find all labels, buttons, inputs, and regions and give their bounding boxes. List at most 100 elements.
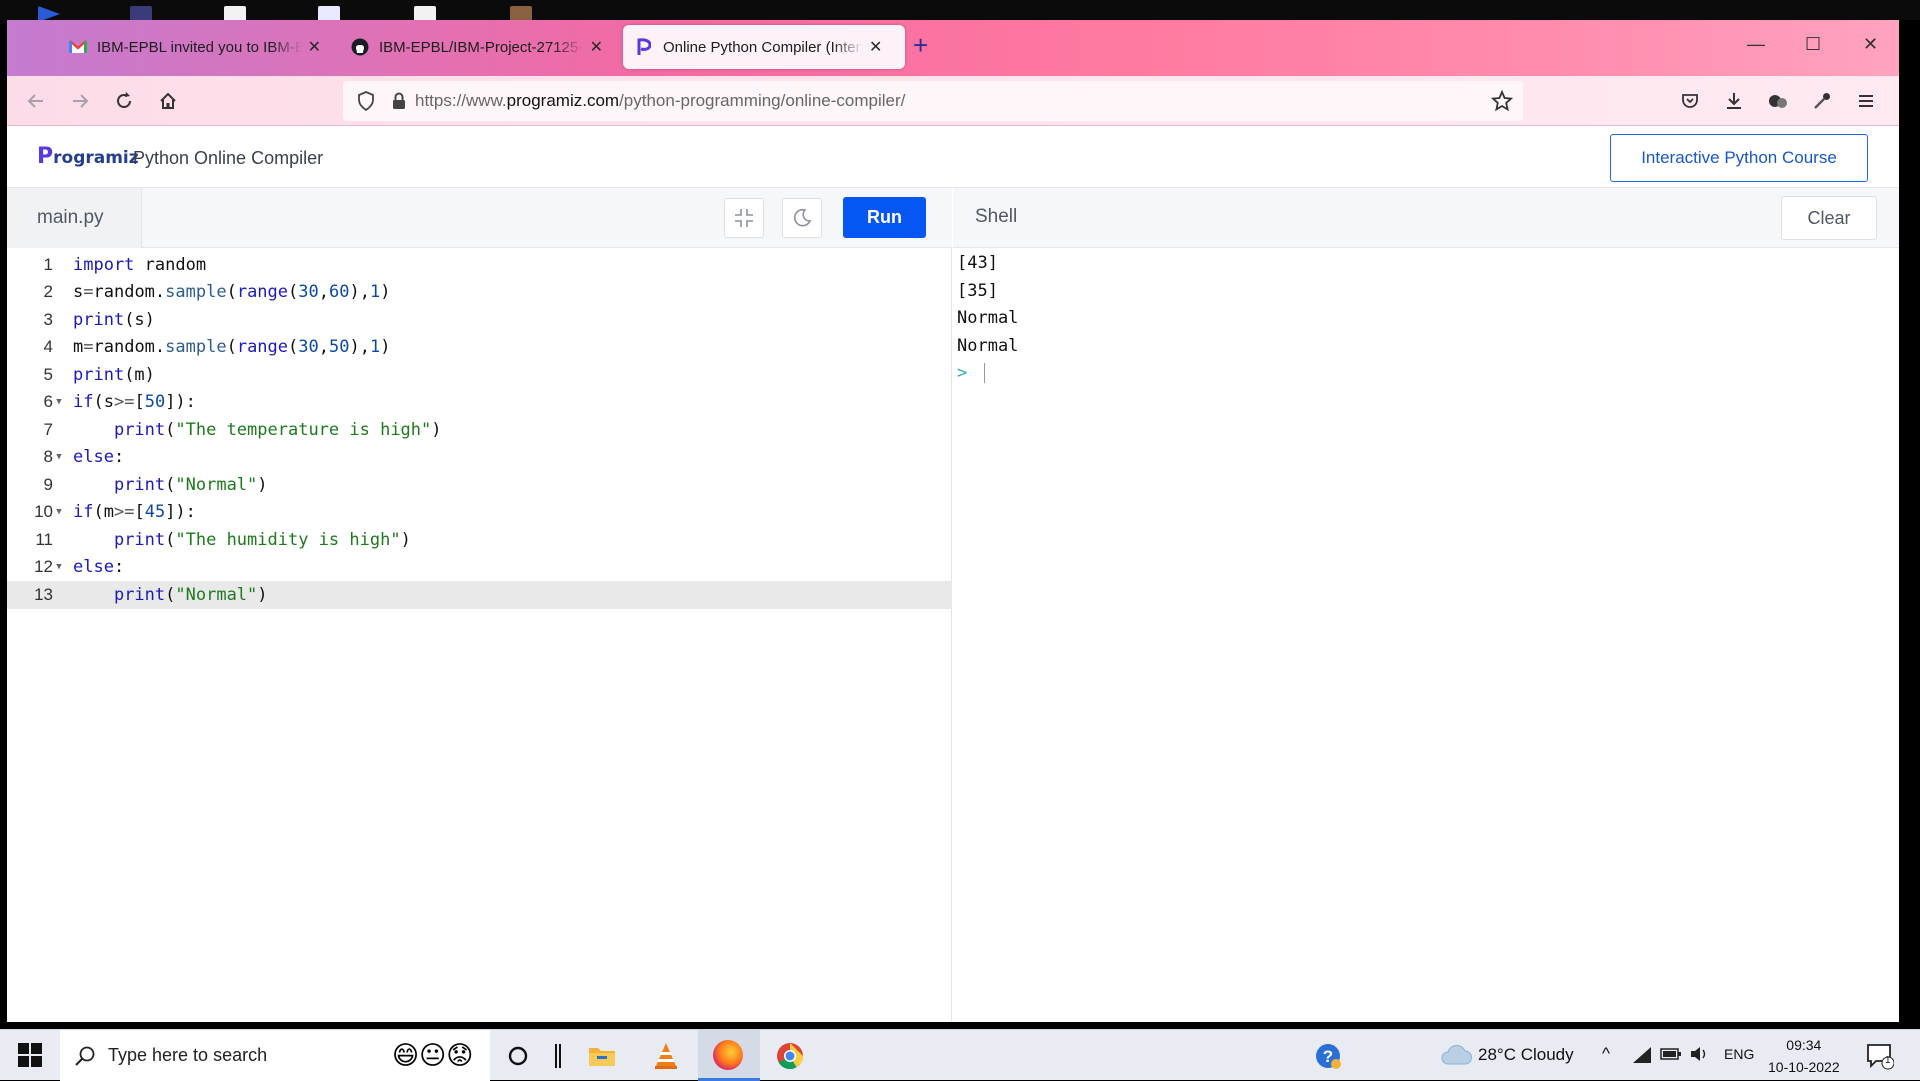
bookmark-star-icon[interactable] <box>1491 90 1513 112</box>
wifi-icon[interactable] <box>1632 1046 1652 1069</box>
shell-prompt[interactable]: > <box>957 360 1018 388</box>
back-icon[interactable] <box>23 88 49 114</box>
minimize-icon[interactable]: — <box>1747 34 1765 55</box>
weather-text[interactable]: 28°C Cloudy <box>1478 1045 1574 1065</box>
shell-pane: Shell Clear [43] [35] Normal Normal > <box>953 188 1899 1022</box>
fold-arrow-icon[interactable]: ▼ <box>53 452 65 462</box>
desktop-icons-strip <box>0 0 1920 22</box>
downloads-icon[interactable] <box>1721 88 1747 114</box>
line-number: 12 <box>34 557 53 577</box>
close-window-icon[interactable]: ✕ <box>1863 34 1878 55</box>
cortana-icon[interactable] <box>502 1040 534 1072</box>
lock-icon[interactable] <box>391 91 407 111</box>
dark-mode-button[interactable] <box>782 198 822 238</box>
url-text[interactable]: https://www.programiz.com/python-program… <box>415 91 905 111</box>
windows-taskbar: Type here to search 😄😐😟 ? 28°C Cloudy ^ <box>0 1029 1920 1081</box>
code-line[interactable]: 6 ▼ if(s>=[50]): <box>7 389 952 417</box>
code-text: if(m>=[45]): <box>73 502 196 523</box>
new-tab-icon[interactable]: + <box>913 30 928 61</box>
notifications-icon[interactable]: 1 <box>1866 1042 1895 1075</box>
code-editor[interactable]: 1 import random 2 s=random.sample(range(… <box>7 248 952 1022</box>
line-number: 4 <box>43 337 53 357</box>
code-line[interactable]: 10 ▼ if(m>=[45]): <box>7 499 952 527</box>
tab-bar: IBM-EPBL invited you to IBM-EPBL ✕ IBM-E… <box>7 20 1899 76</box>
editor-pane: main.py Run 1 import random 2 s=random.s… <box>7 188 952 1022</box>
extensions-icon[interactable] <box>1765 88 1791 114</box>
forward-icon[interactable] <box>67 88 93 114</box>
code-text: print("The temperature is high") <box>113 419 442 440</box>
firefox-window: IBM-EPBL invited you to IBM-EPBL ✕ IBM-E… <box>7 20 1899 1022</box>
programiz-favicon-icon <box>635 38 653 56</box>
task-view-icon[interactable] <box>542 1040 574 1072</box>
home-icon[interactable] <box>155 88 181 114</box>
address-bar[interactable]: https://www.programiz.com/python-program… <box>343 81 1523 121</box>
code-line[interactable]: 1 import random <box>7 251 952 279</box>
code-line[interactable]: 3 print(s) <box>7 306 952 334</box>
emoji-search-highlight-icon[interactable]: 😄😐😟 <box>392 1040 473 1071</box>
tracking-protection-shield-icon[interactable] <box>357 91 375 111</box>
code-line[interactable]: 2 s=random.sample(range(30,60),1) <box>7 279 952 307</box>
line-number: 11 <box>35 529 53 549</box>
shell-output-line: Normal <box>957 308 1019 328</box>
line-number: 7 <box>43 419 53 439</box>
clock[interactable]: 09:34 10-10-2022 <box>1768 1034 1840 1078</box>
interactive-course-button[interactable]: Interactive Python Course <box>1610 134 1868 182</box>
code-line[interactable]: 7 print("The temperature is high") <box>7 416 952 444</box>
clock-time: 09:34 <box>1786 1037 1822 1053</box>
fold-arrow-icon[interactable]: ▼ <box>53 397 65 407</box>
code-line[interactable]: 12 ▼ else: <box>7 554 952 582</box>
line-number: 5 <box>43 364 53 384</box>
language-indicator[interactable]: ENG <box>1724 1046 1754 1062</box>
vlc-icon[interactable] <box>650 1040 682 1072</box>
cursor <box>983 363 985 383</box>
page-title: Python Online Compiler <box>133 148 324 168</box>
code-line[interactable]: 11 print("The humidity is high") <box>7 526 952 554</box>
fold-arrow-icon[interactable]: ▼ <box>53 507 65 517</box>
collapse-icon <box>735 209 753 227</box>
file-tab-main[interactable]: main.py <box>7 188 142 248</box>
code-line[interactable]: 5 print(m) <box>7 361 952 389</box>
file-explorer-icon[interactable] <box>586 1040 618 1072</box>
editor-toolbar: main.py Run <box>7 188 952 248</box>
tab-github-invite[interactable]: IBM-EPBL invited you to IBM-EPBL ✕ <box>57 25 333 69</box>
firefox-taskbar-button[interactable] <box>698 1030 760 1081</box>
close-tab-icon[interactable]: ✕ <box>308 37 321 57</box>
tab-programiz[interactable]: Online Python Compiler (Interpreter) ✕ <box>623 25 905 69</box>
code-line[interactable]: 4 m=random.sample(range(30,50),1) <box>7 334 952 362</box>
help-icon[interactable]: ? <box>1312 1040 1344 1072</box>
code-line[interactable]: 8 ▼ else: <box>7 444 952 472</box>
run-button[interactable]: Run <box>843 197 926 238</box>
maximize-icon[interactable]: ☐ <box>1805 34 1821 55</box>
code-text: print(m) <box>73 364 155 385</box>
fold-arrow-icon[interactable]: ▼ <box>53 562 65 572</box>
collapse-button[interactable] <box>724 198 764 238</box>
pocket-icon[interactable] <box>1677 88 1703 114</box>
url-host: programiz.com <box>506 91 620 110</box>
shell-output[interactable]: [43] [35] Normal Normal > <box>957 250 1018 388</box>
menu-hamburger-icon[interactable] <box>1853 88 1879 114</box>
shell-output-line: [35] <box>957 280 998 301</box>
volume-icon[interactable] <box>1690 1045 1710 1068</box>
clock-date: 10-10-2022 <box>1768 1059 1840 1075</box>
navigation-toolbar: https://www.programiz.com/python-program… <box>7 76 1899 126</box>
taskbar-search-box[interactable]: Type here to search 😄😐😟 <box>60 1030 490 1081</box>
code-line-active[interactable]: 13 print("Normal") <box>7 581 952 609</box>
prompt-symbol: > <box>957 363 968 383</box>
show-hidden-icons-chevron-icon[interactable]: ^ <box>1602 1044 1610 1064</box>
cloud-weather-icon[interactable] <box>1440 1042 1472 1071</box>
close-tab-icon[interactable]: ✕ <box>869 37 882 57</box>
close-tab-icon[interactable]: ✕ <box>590 37 603 57</box>
site-header: Programiz Python Online Compiler Interac… <box>7 126 1899 188</box>
tab-github-project[interactable]: IBM-EPBL/IBM-Project-27125-1 ✕ <box>339 25 615 69</box>
reload-icon[interactable] <box>111 88 137 114</box>
shell-output-line: [43] <box>957 253 998 273</box>
programiz-logo[interactable]: Programiz <box>37 144 139 169</box>
code-line[interactable]: 9 print("Normal") <box>7 471 952 499</box>
chrome-icon[interactable] <box>774 1040 806 1072</box>
code-text: print("Normal") <box>113 474 268 495</box>
code-text: else: <box>73 447 125 468</box>
eyedropper-icon[interactable] <box>1809 88 1835 114</box>
windows-start-icon[interactable] <box>18 1043 42 1067</box>
clear-button[interactable]: Clear <box>1781 196 1877 240</box>
battery-icon[interactable] <box>1660 1047 1682 1066</box>
